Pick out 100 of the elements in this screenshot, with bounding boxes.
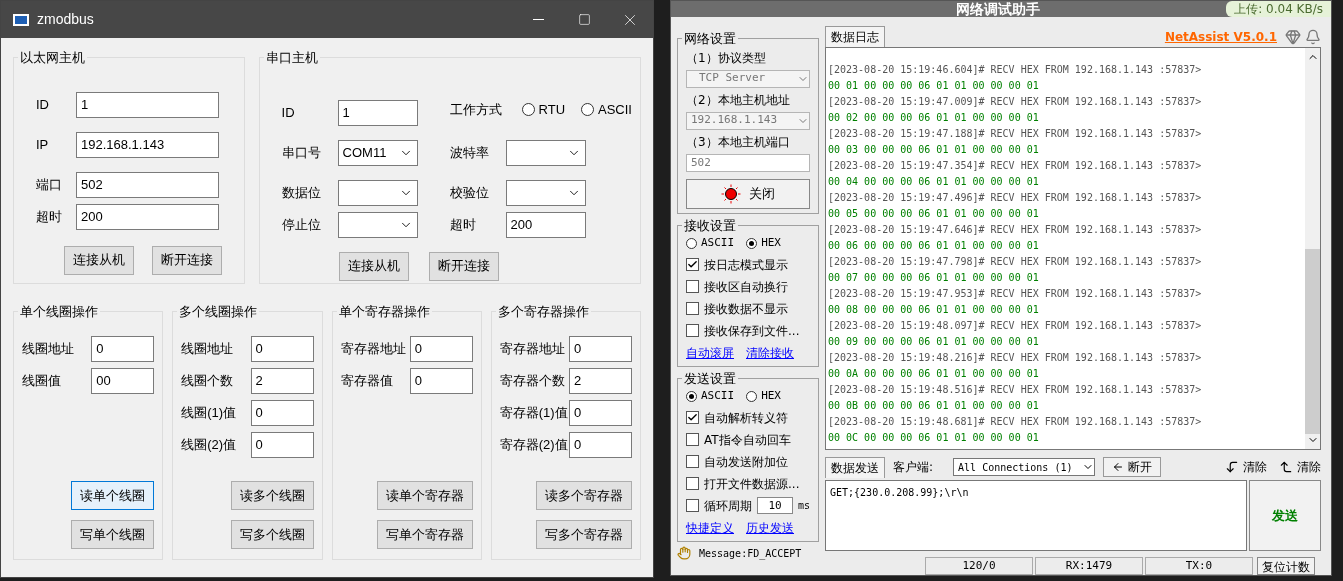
close-connection-button[interactable]: 关闭 — [686, 178, 810, 209]
link[interactable]: 历史发送 — [746, 518, 794, 537]
field-label: 线圈个数 — [181, 371, 234, 390]
text-field[interactable]: 0 — [569, 399, 632, 426]
action-button[interactable]: 读多个寄存器 — [536, 481, 632, 510]
log-data: 00 05 00 00 00 06 01 01 00 00 00 01 — [828, 206, 1040, 221]
checkbox[interactable] — [686, 411, 699, 424]
field-label: 串口号 — [281, 143, 322, 162]
link[interactable]: 快捷定义 — [686, 518, 734, 537]
log-header: [2023-08-20 15:19:48.516]# RECV HEX FROM 192.168.1.143 :57837> — [828, 382, 1203, 397]
radio-button[interactable] — [686, 237, 697, 249]
text-field[interactable]: 502 — [686, 153, 810, 172]
action-button[interactable]: 读多个线圈 — [230, 481, 314, 510]
radio-label: ASCII — [701, 235, 735, 251]
log-header: [2023-08-20 15:19:47.354]# RECV HEX FROM 192.168.1.143 :57837> — [828, 158, 1203, 173]
text-field[interactable]: 0 — [250, 431, 314, 458]
text-field[interactable]: 200 — [505, 211, 586, 238]
action-button[interactable]: 写多个线圈 — [230, 520, 314, 549]
text-field[interactable]: 2 — [250, 367, 314, 394]
checkbox[interactable] — [686, 302, 699, 315]
action-button[interactable]: 断开连接 — [152, 245, 222, 275]
checkbox[interactable] — [686, 280, 699, 293]
text-field[interactable]: 2 — [569, 367, 632, 394]
text-field[interactable]: 0 — [250, 399, 314, 426]
text-field[interactable]: 00 — [91, 367, 155, 394]
link[interactable]: 自动滚屏 — [686, 343, 734, 362]
option-label: 循环周期 — [704, 497, 752, 515]
radio-label: HEX — [761, 388, 781, 404]
option-label: AT指令自动回车 — [704, 431, 791, 449]
text-field[interactable]: 0 — [569, 431, 632, 458]
bell-icon — [1305, 28, 1321, 45]
dropdown[interactable] — [337, 211, 418, 238]
text-field[interactable]: 0 — [250, 335, 314, 362]
option-label: 按日志模式显示 — [704, 256, 788, 274]
send-tab[interactable]: 数据发送 — [825, 456, 885, 478]
log-data: 00 08 00 00 00 06 01 01 00 00 00 01 — [828, 302, 1040, 317]
dropdown[interactable] — [505, 179, 586, 206]
send-button[interactable]: 发送 — [1249, 480, 1321, 551]
field-label: 寄存器地址 — [340, 339, 406, 358]
client-dropdown[interactable]: All Connections (1) — [953, 458, 1096, 477]
dropdown[interactable]: COM11 — [337, 139, 418, 166]
action-button[interactable]: 写多个寄存器 — [536, 520, 632, 549]
action-button[interactable]: 写单个线圈 — [71, 520, 155, 549]
text-field[interactable]: 1 — [337, 99, 418, 126]
checkbox[interactable] — [686, 455, 699, 468]
radio-button[interactable] — [686, 390, 697, 402]
indicator-light-icon — [721, 183, 741, 204]
radio-button[interactable] — [521, 102, 535, 116]
text-field[interactable]: 0 — [569, 335, 632, 362]
text-field[interactable]: 0 — [91, 335, 155, 362]
log-header: [2023-08-20 15:19:48.216]# RECV HEX FROM 192.168.1.143 :57837> — [828, 350, 1203, 365]
checkbox[interactable] — [686, 433, 699, 446]
radio-button[interactable] — [746, 237, 758, 249]
field-label: IP — [36, 135, 50, 154]
action-button[interactable]: 连接从机 — [64, 245, 134, 275]
field-label: 端口 — [36, 175, 63, 194]
checkbox[interactable] — [686, 324, 699, 337]
dropdown[interactable] — [337, 179, 418, 206]
log-data: 00 04 00 00 00 06 01 01 00 00 00 01 — [828, 174, 1040, 189]
client-label: 客户端: — [893, 459, 934, 477]
log-tab[interactable]: 数据日志 — [825, 25, 885, 47]
field-label: 线圈值 — [22, 371, 61, 390]
text-field[interactable]: 200 — [76, 203, 219, 230]
radio-label: HEX — [761, 235, 781, 251]
text-field[interactable]: 0 — [409, 367, 473, 394]
period-field[interactable]: 10 — [757, 497, 793, 514]
text-field[interactable]: 502 — [76, 171, 219, 198]
clear-button[interactable]: 清除 — [1279, 458, 1321, 477]
send-text-area[interactable]: GET;{230.0.208.99};\r\n — [825, 480, 1247, 551]
link[interactable]: 清除接收 — [746, 343, 794, 362]
minimize-icon — [532, 19, 544, 20]
clear-button[interactable]: 清除 — [1225, 458, 1267, 477]
disconnect-button[interactable]: 断开 — [1103, 457, 1162, 478]
checkbox[interactable] — [686, 499, 699, 512]
field-label: 校验位 — [449, 183, 490, 202]
scrollbar[interactable] — [1305, 47, 1320, 450]
text-field[interactable]: 192.168.1.143 — [76, 131, 219, 158]
field-label: 寄存器(1)值 — [499, 403, 568, 422]
action-button[interactable]: 连接从机 — [338, 251, 409, 281]
action-button[interactable]: 断开连接 — [428, 251, 499, 281]
field-label: （1）协议类型 — [686, 49, 767, 67]
field-label: （3）本地主机端口 — [686, 133, 791, 151]
action-button[interactable]: 写单个寄存器 — [376, 520, 473, 549]
text-field[interactable]: 0 — [409, 335, 473, 362]
log-data: 00 02 00 00 00 06 01 01 00 00 00 01 — [828, 110, 1040, 125]
option-label: 接收数据不显示 — [704, 300, 788, 318]
diamond-icon — [1285, 28, 1301, 45]
dropdown[interactable] — [505, 139, 586, 166]
action-button[interactable]: 读单个线圈 — [71, 481, 155, 510]
text-field[interactable]: 1 — [76, 91, 219, 118]
maximize-icon — [577, 13, 591, 26]
checkbox[interactable] — [686, 258, 699, 271]
reset-count-button[interactable]: 复位计数 — [1257, 557, 1315, 575]
radio-button[interactable] — [746, 390, 758, 402]
checkbox[interactable] — [686, 477, 699, 490]
field-label: 线圈地址 — [181, 339, 234, 358]
log-data: 00 06 00 00 00 06 01 01 00 00 00 01 — [828, 238, 1040, 253]
field-label: 线圈(1)值 — [181, 403, 237, 422]
action-button[interactable]: 读单个寄存器 — [376, 481, 473, 510]
radio-button[interactable] — [581, 102, 595, 116]
